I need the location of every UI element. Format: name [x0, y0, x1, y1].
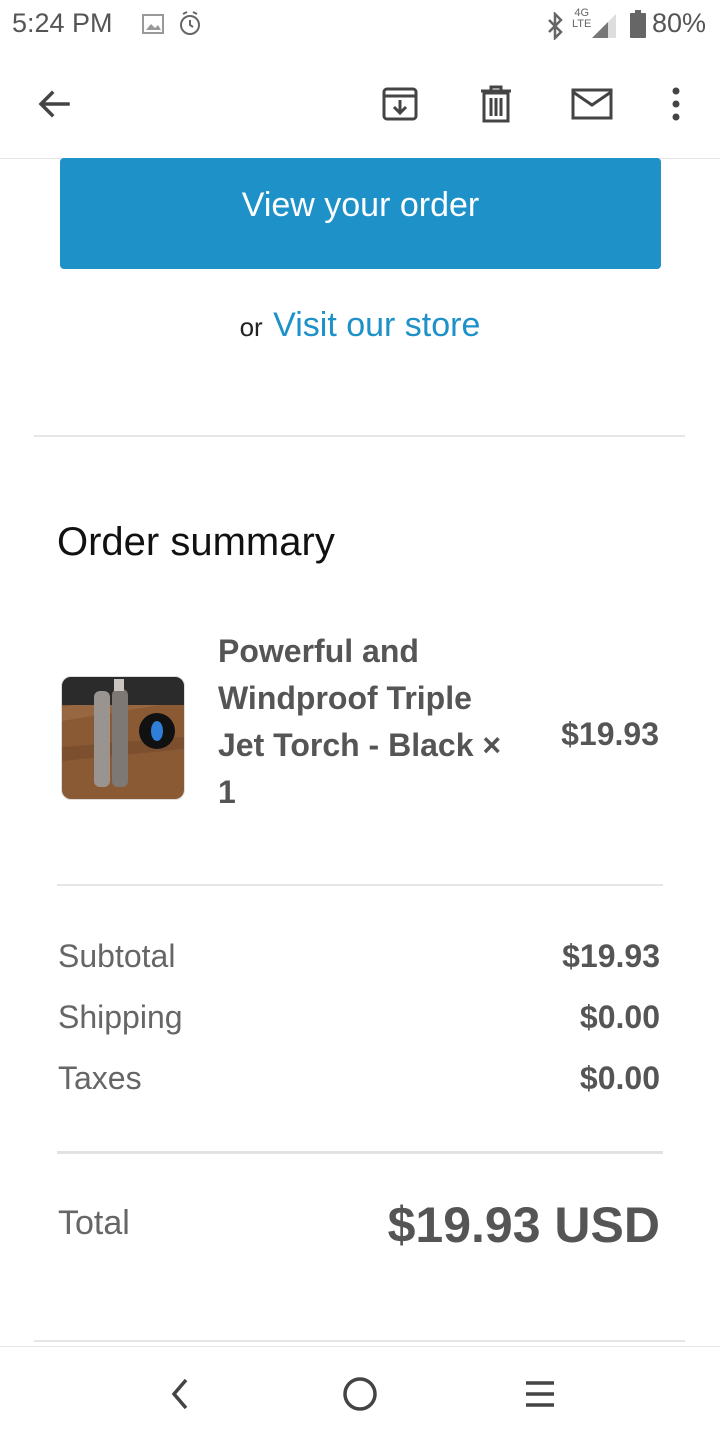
archive-icon[interactable]: [372, 76, 428, 132]
subtotal-value: $19.93: [562, 938, 660, 974]
home-circle-icon[interactable]: [335, 1369, 385, 1419]
divider: [57, 1151, 663, 1154]
product-name: Powerful and Windproof Triple Jet Torch …: [218, 633, 502, 810]
mail-icon[interactable]: [564, 76, 620, 132]
network-type-label: 4G LTE: [572, 7, 592, 30]
total-value: $19.93 USD: [387, 1197, 660, 1253]
alarm-icon: [178, 10, 202, 43]
product-price: $19.93: [561, 716, 659, 752]
divider: [34, 435, 685, 437]
battery-percentage: 80%: [651, 8, 706, 38]
more-vert-icon[interactable]: [648, 76, 704, 132]
image-icon: [142, 14, 164, 39]
bluetooth-icon: [544, 10, 566, 45]
delete-icon[interactable]: [468, 76, 524, 132]
shipping-label: Shipping: [58, 999, 183, 1035]
system-nav-bar: [0, 1346, 720, 1441]
divider: [57, 884, 663, 886]
visit-store-link[interactable]: Visit our store: [273, 306, 480, 344]
recents-icon[interactable]: [515, 1369, 565, 1419]
signal-icon: [590, 12, 618, 45]
product-image: [61, 676, 185, 800]
back-chevron-icon[interactable]: [155, 1369, 205, 1419]
divider: [34, 1340, 685, 1342]
total-label: Total: [58, 1204, 130, 1242]
app-toolbar: [0, 52, 720, 159]
taxes-value: $0.00: [579, 1060, 660, 1096]
view-order-button[interactable]: View your order: [60, 158, 661, 269]
shipping-value: $0.00: [579, 999, 660, 1035]
battery-icon: [630, 10, 646, 43]
back-arrow-icon[interactable]: [26, 76, 82, 132]
status-time: 5:24 PM: [12, 8, 113, 38]
visit-store-line: or Visit our store: [0, 306, 720, 345]
order-summary-title: Order summary: [57, 520, 335, 564]
visit-prefix: or: [239, 312, 263, 342]
subtotal-label: Subtotal: [58, 938, 176, 974]
taxes-label: Taxes: [58, 1060, 142, 1096]
status-bar: 5:24 PM 4G LTE 80%: [0, 0, 720, 52]
